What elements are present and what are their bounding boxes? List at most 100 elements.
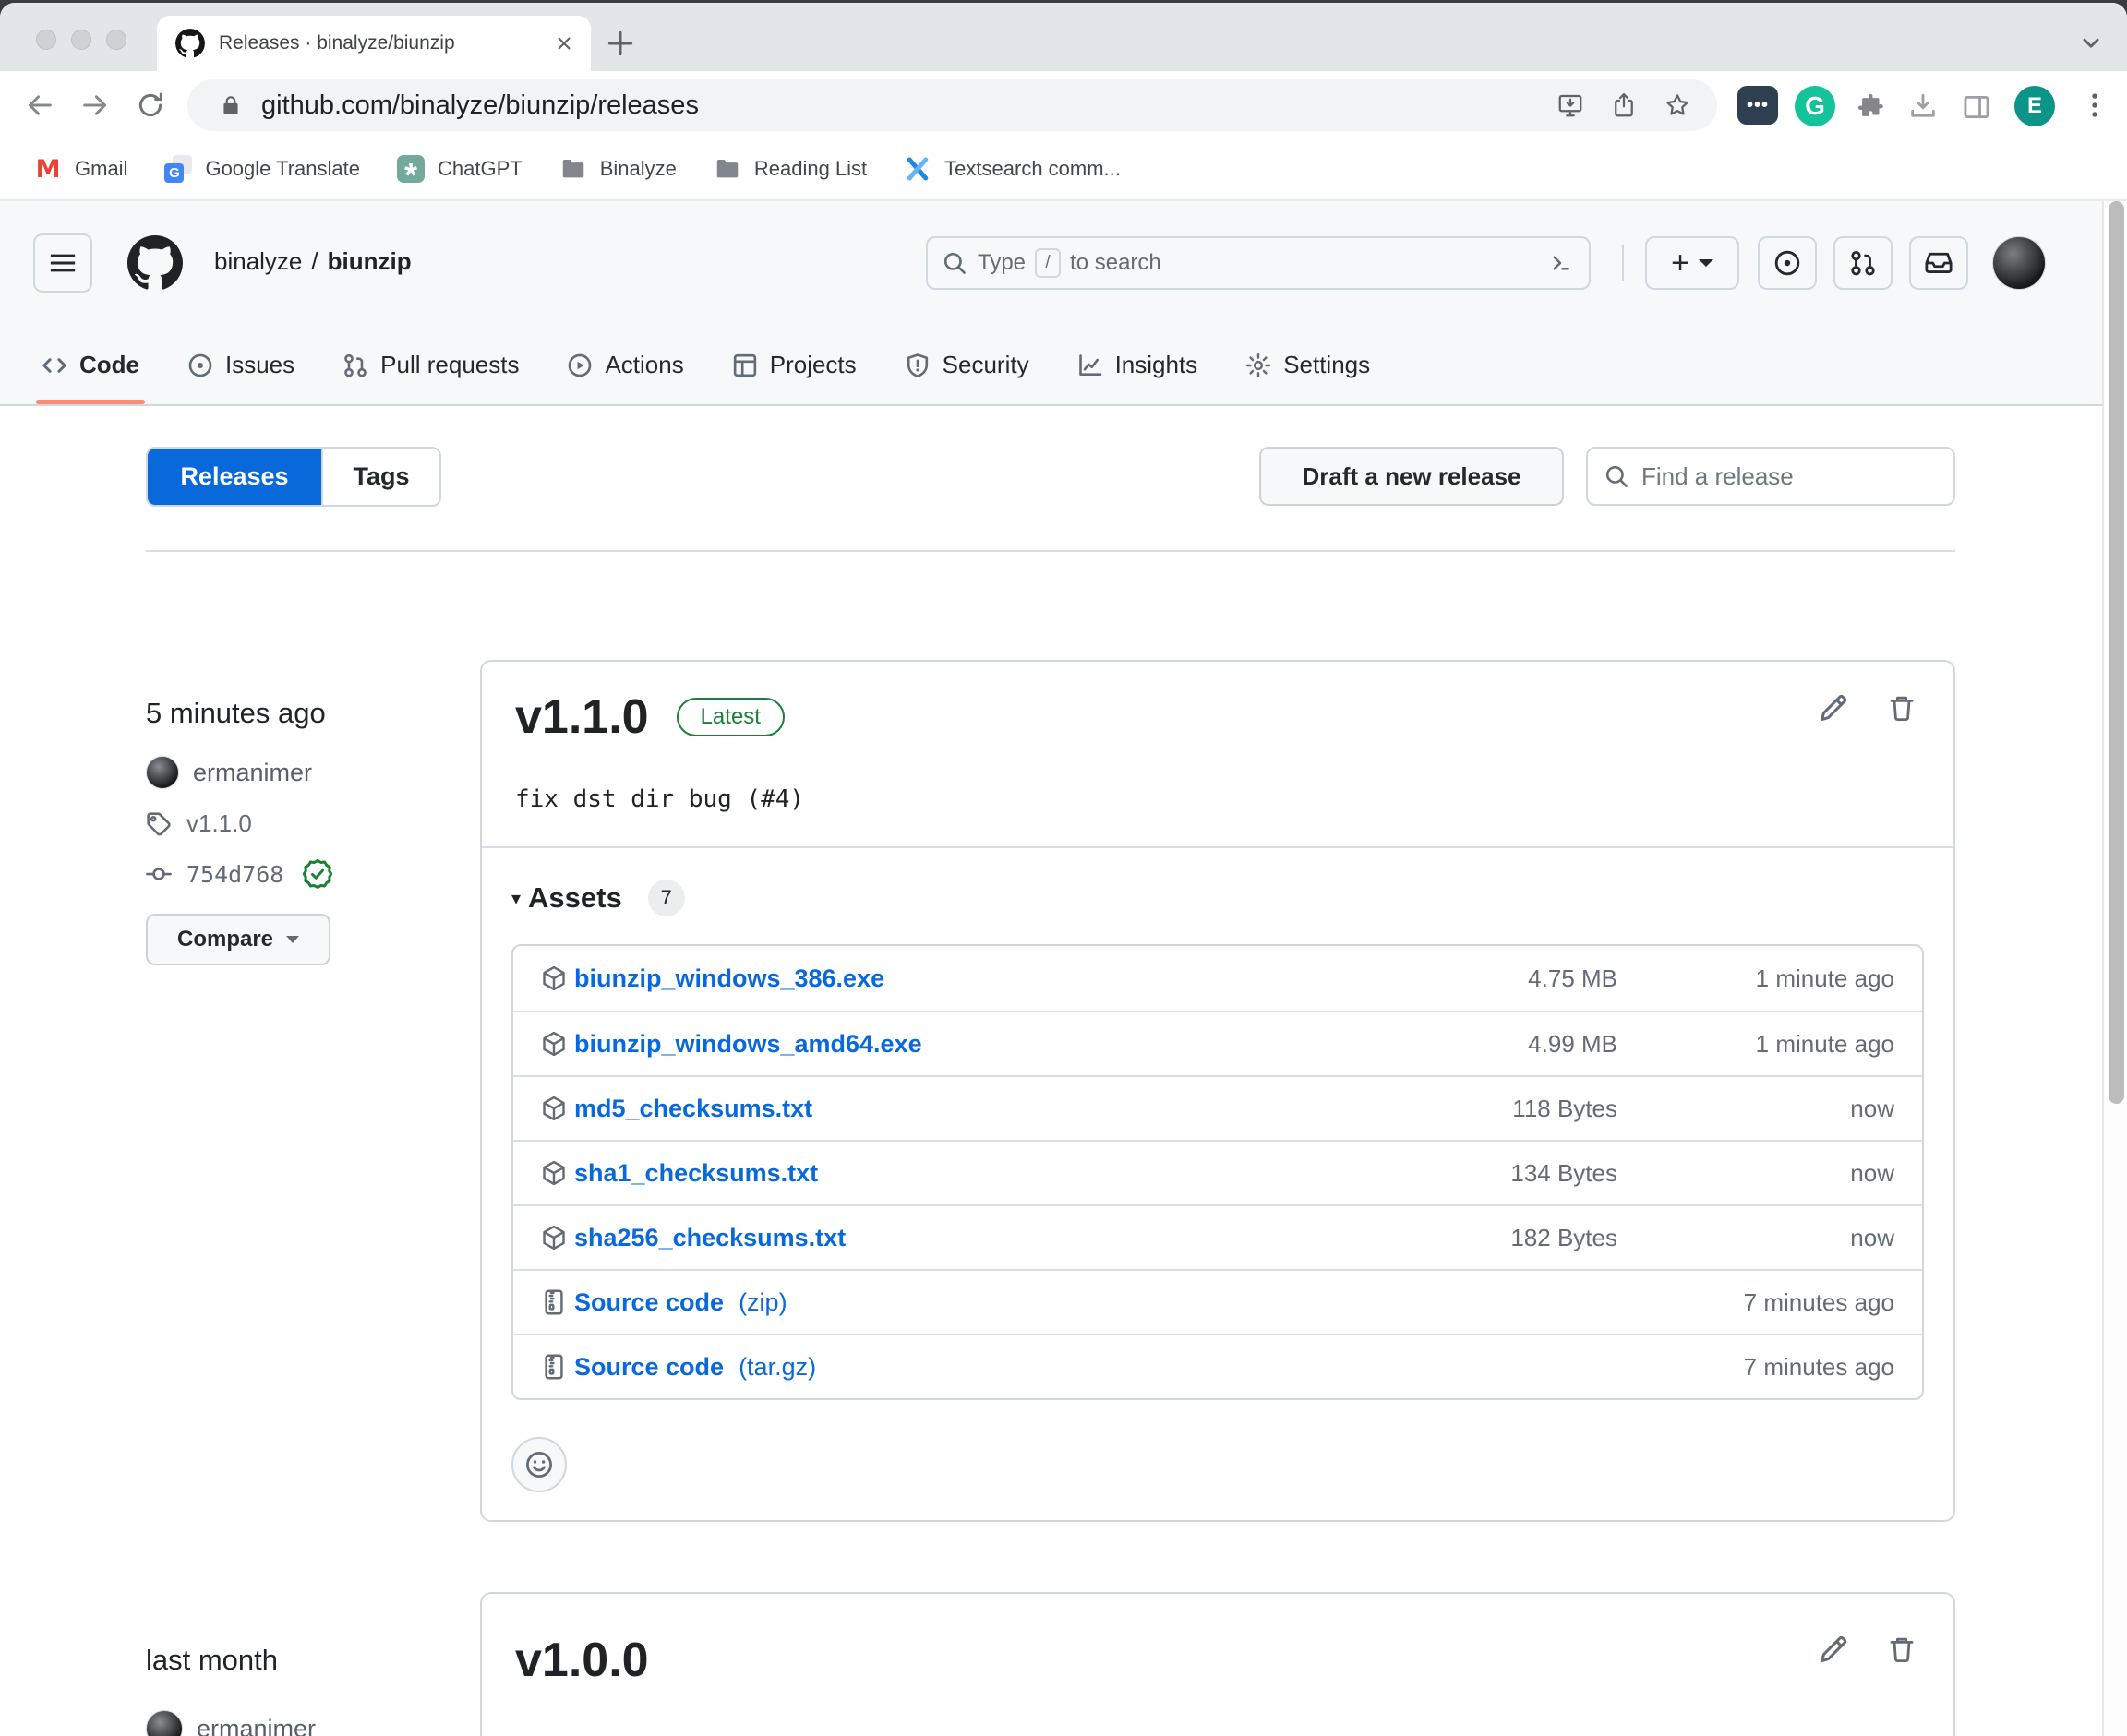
page-scrollbar-thumb[interactable] [2109, 201, 2124, 1104]
bookmark-gmail[interactable]: M Gmail [34, 155, 127, 183]
latest-badge: Latest [677, 698, 785, 736]
commit-row[interactable]: 754d768 [146, 858, 480, 890]
address-bar[interactable]: github.com/binalyze/biunzip/releases [187, 79, 1717, 131]
tab-pull-requests[interactable]: Pull requests [342, 326, 519, 404]
release-author[interactable]: ermanimer [146, 756, 480, 789]
github-logo-icon[interactable] [127, 235, 183, 291]
tab-code[interactable]: Code [42, 326, 139, 404]
release-sidebar: 5 minutes ago ermanimer v1.1.0 754d768 [146, 660, 480, 1522]
tab-projects[interactable]: Projects [732, 326, 857, 404]
bookmark-star-icon[interactable] [1664, 91, 1691, 119]
asset-link[interactable]: sha256_checksums.txt [574, 1224, 846, 1252]
side-panel-icon[interactable] [1961, 91, 1992, 123]
issues-dashboard-button[interactable] [1758, 236, 1817, 290]
asset-link[interactable]: Source code [574, 1288, 724, 1317]
release-title[interactable]: v1.1.0 [515, 689, 649, 745]
tab-settings[interactable]: Settings [1245, 326, 1370, 404]
gmail-icon: M [34, 155, 62, 183]
folder-icon [714, 155, 741, 183]
author-avatar[interactable] [146, 756, 179, 789]
share-icon[interactable] [1610, 91, 1638, 119]
browser-menu-kebab-icon[interactable] [2079, 90, 2110, 121]
asset-suffix[interactable]: (tar.gz) [739, 1353, 816, 1382]
asset-link[interactable]: sha1_checksums.txt [574, 1159, 818, 1188]
compare-label: Compare [177, 927, 273, 952]
asset-link[interactable]: md5_checksums.txt [574, 1095, 812, 1123]
extensions-puzzle-icon[interactable] [1856, 91, 1887, 123]
tag-row[interactable]: v1.1.0 [146, 809, 480, 838]
grammarly-extension-icon[interactable]: G [1795, 86, 1835, 126]
asset-link[interactable]: biunzip_windows_amd64.exe [574, 1030, 922, 1059]
release-author[interactable]: ermanimer [146, 1710, 480, 1736]
asset-time: 1 minute ago [1617, 1030, 1894, 1059]
author-avatar[interactable] [146, 1710, 183, 1736]
breadcrumb-repo[interactable]: biunzip [328, 247, 412, 275]
tab-actions[interactable]: Actions [567, 326, 683, 404]
tab-label: Issues [225, 351, 294, 379]
forward-button[interactable] [79, 90, 111, 121]
asset-link[interactable]: Source code [574, 1353, 724, 1382]
author-name[interactable]: ermanimer [193, 759, 312, 787]
browser-toolbar: github.com/binalyze/biunzip/releases •••… [0, 71, 2127, 138]
tab-issues[interactable]: Issues [187, 326, 294, 404]
author-name[interactable]: ermanimer [197, 1715, 316, 1736]
release-title[interactable]: v1.0.0 [515, 1633, 649, 1688]
minimize-window-button[interactable] [71, 30, 91, 50]
asset-link[interactable]: biunzip_windows_386.exe [574, 964, 884, 993]
draft-new-release-button[interactable]: Draft a new release [1259, 447, 1564, 506]
zoom-window-button[interactable] [106, 30, 126, 50]
page-scrollbar-track[interactable] [2102, 201, 2127, 1736]
command-palette-icon[interactable] [1546, 249, 1574, 277]
downloads-icon[interactable] [1907, 91, 1939, 123]
releases-toggle-button[interactable]: Releases [148, 449, 321, 505]
add-reaction-button[interactable] [511, 1437, 567, 1492]
edit-release-icon[interactable] [1819, 1634, 1848, 1664]
find-release-input[interactable] [1641, 462, 1937, 491]
chevron-down-icon [286, 936, 299, 943]
password-manager-extension-icon[interactable]: ••• [1737, 86, 1778, 125]
inbox-button[interactable] [1909, 236, 1968, 290]
compare-button[interactable]: Compare [146, 914, 330, 965]
url-text: github.com/binalyze/biunzip/releases [261, 90, 1556, 121]
install-app-icon[interactable] [1556, 91, 1584, 119]
asset-suffix[interactable]: (zip) [739, 1288, 787, 1317]
new-tab-button[interactable] [602, 25, 639, 62]
global-nav-menu-button[interactable] [33, 233, 92, 293]
delete-release-icon[interactable] [1887, 693, 1917, 723]
edit-release-icon[interactable] [1819, 693, 1848, 723]
breadcrumb-owner[interactable]: binalyze [214, 247, 302, 275]
back-button[interactable] [24, 90, 55, 121]
collapse-triangle-icon[interactable]: ▾ [511, 887, 521, 910]
github-header: binalyze/biunzip Type / to search + [0, 201, 2127, 326]
pull-requests-dashboard-button[interactable] [1833, 236, 1893, 290]
user-avatar[interactable] [1992, 236, 2046, 290]
asset-size: 134 Bytes [1368, 1159, 1617, 1188]
close-window-button[interactable] [36, 30, 56, 50]
verified-icon[interactable] [302, 858, 333, 890]
github-search-box[interactable]: Type / to search [926, 236, 1591, 290]
tab-close-icon[interactable] [552, 31, 576, 55]
find-release-search[interactable] [1586, 447, 1955, 506]
bookmark-folder-reading-list[interactable]: Reading List [714, 155, 867, 183]
tab-label: Settings [1283, 351, 1370, 379]
package-icon [541, 1160, 567, 1186]
delete-release-icon[interactable] [1887, 1634, 1917, 1664]
tab-insights[interactable]: Insights [1077, 326, 1198, 404]
lock-icon [219, 93, 243, 117]
bookmark-textsearch[interactable]: Textsearch comm... [904, 155, 1121, 183]
browser-profile-avatar[interactable]: E [2014, 86, 2055, 126]
reload-button[interactable] [135, 90, 166, 121]
commit-sha[interactable]: 754d768 [186, 861, 283, 888]
create-new-button[interactable]: + [1645, 236, 1739, 290]
package-icon [541, 1095, 567, 1121]
tab-search-chevron-icon[interactable] [2075, 27, 2107, 58]
tab-label: Pull requests [380, 351, 519, 379]
bookmark-folder-binalyze[interactable]: Binalyze [559, 155, 677, 183]
browser-tab[interactable]: Releases · binalyze/biunzip [157, 16, 591, 71]
tab-security[interactable]: Security [905, 326, 1029, 404]
hamburger-icon [49, 249, 77, 277]
bookmark-google-translate[interactable]: G Google Translate [164, 155, 360, 183]
tags-toggle-button[interactable]: Tags [321, 449, 439, 505]
assets-header[interactable]: ▾ Assets 7 [511, 880, 1924, 916]
bookmark-chatgpt[interactable]: * ChatGPT [397, 155, 523, 183]
